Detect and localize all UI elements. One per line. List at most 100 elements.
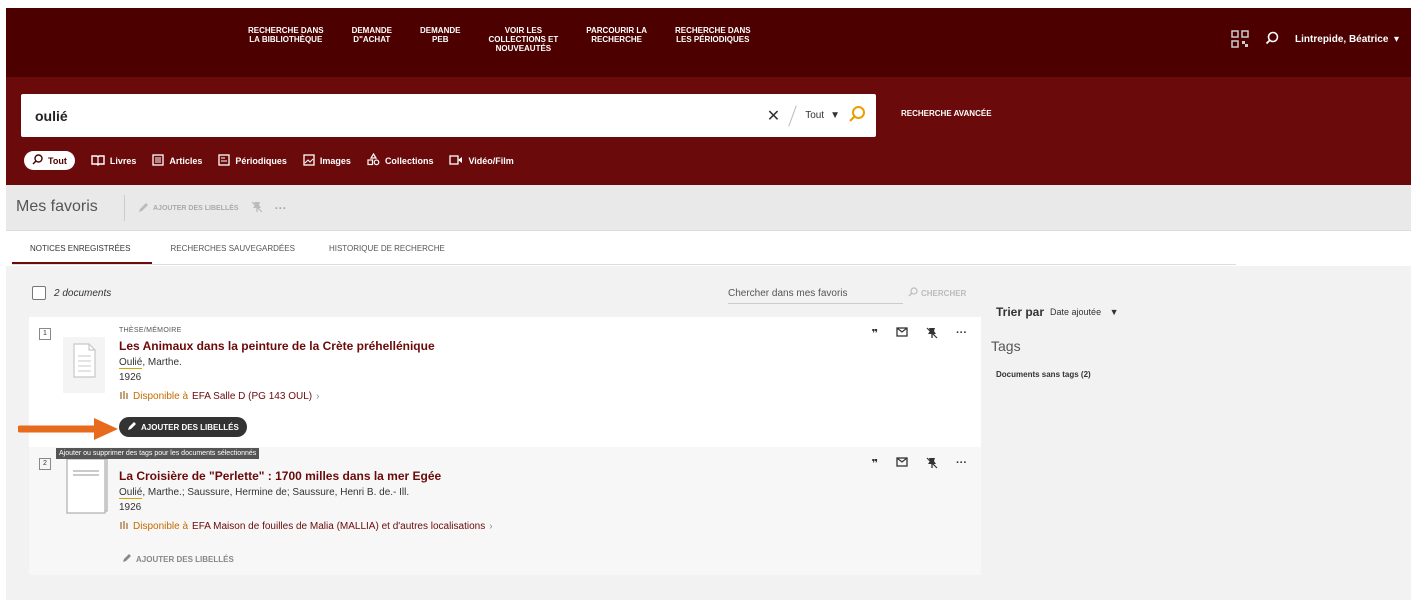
availability-location: EFA Maison de fouilles de Malia (MALLIA)… xyxy=(192,521,486,532)
author-rest: , Marthe.; Saussure, Hermine de; Saussur… xyxy=(142,487,410,498)
page-top-margin xyxy=(0,0,1411,8)
search-button-label: CHERCHER xyxy=(921,288,967,298)
document-thumbnail xyxy=(63,337,105,393)
favorites-search-button[interactable]: CHERCHER xyxy=(908,287,966,299)
author-link[interactable]: Oulié xyxy=(119,357,143,369)
nav-library-search[interactable]: RECHERCHE DANS LA BIBLIOTHÈQUE xyxy=(234,26,338,53)
add-tags-button[interactable]: AJOUTER DES LIBELLÉS xyxy=(122,553,234,565)
quote-icon[interactable]: ❞ xyxy=(872,457,878,472)
quote-icon[interactable]: ❞ xyxy=(872,327,878,342)
pencil-icon xyxy=(122,553,132,565)
advanced-search-link[interactable]: RECHERCHE AVANCÉE xyxy=(901,109,992,118)
unpin-icon[interactable] xyxy=(926,327,938,342)
search-band: oulié ✕ Tout ▼ RECHERCHE AVANCÉE Tout Li… xyxy=(6,77,1411,185)
tab-label: Collections xyxy=(384,155,434,166)
close-icon[interactable]: ✕ xyxy=(761,106,786,126)
availability-link[interactable]: Disponible à EFA Salle D (PG 143 OUL) › xyxy=(119,390,319,403)
list-item: 2 La Croisière de "Perlette" : 1700 mill… xyxy=(29,447,981,575)
search-icon xyxy=(908,287,918,299)
tags-heading: Tags xyxy=(991,338,1021,354)
search-submit-icon[interactable] xyxy=(848,105,876,126)
nav-ill-request[interactable]: DEMANDE PEB xyxy=(406,26,474,53)
user-menu[interactable]: Lintrepide, Béatrice ▾ xyxy=(1295,34,1399,45)
select-all-checkbox[interactable] xyxy=(32,286,46,300)
more-icon[interactable]: ··· xyxy=(956,457,967,472)
favorites-actions: AJOUTER DES LIBELLÉS ··· xyxy=(138,201,287,215)
record-title[interactable]: La Croisière de "Perlette" : 1700 milles… xyxy=(119,469,441,483)
record-actions: ❞ ··· xyxy=(872,327,967,342)
record-year: 1926 xyxy=(119,372,142,383)
user-name: Lintrepide, Béatrice xyxy=(1295,33,1389,45)
nav-periodicals[interactable]: RECHERCHE DANS LES PÉRIODIQUES xyxy=(661,26,765,53)
article-icon xyxy=(152,153,165,168)
library-icon xyxy=(119,390,129,403)
add-tags-label: AJOUTER DES LIBELLÉS xyxy=(141,422,239,432)
search-icon[interactable] xyxy=(1265,31,1279,48)
chevron-down-icon[interactable]: ▼ xyxy=(830,110,848,121)
tab-label: Images xyxy=(319,155,351,166)
add-tags-label: AJOUTER DES LIBELLÉS xyxy=(136,554,234,564)
favorites-search-input[interactable]: Chercher dans mes favoris xyxy=(728,288,903,304)
divider xyxy=(788,104,797,127)
availability-link[interactable]: Disponible à EFA Maison de fouilles de M… xyxy=(119,520,493,533)
sort-label: Trier par xyxy=(996,305,1045,319)
results-area: 2 documents Chercher dans mes favoris CH… xyxy=(6,266,1411,600)
pencil-icon xyxy=(138,202,149,215)
tab-video[interactable]: Vidéo/Film xyxy=(449,154,514,167)
search-box: oulié ✕ Tout ▼ xyxy=(21,94,876,137)
collections-icon xyxy=(367,152,380,168)
record-author: Oulié, Marthe. xyxy=(119,357,182,369)
sort-value: Date ajoutée xyxy=(1050,307,1102,317)
chevron-right-icon: › xyxy=(489,521,493,532)
add-tags-button[interactable]: AJOUTER DES LIBELLÉS xyxy=(119,417,247,437)
journal-icon xyxy=(218,153,231,168)
tab-search-history[interactable]: HISTORIQUE DE RECHERCHE xyxy=(311,232,461,264)
video-icon xyxy=(449,154,463,167)
image-icon xyxy=(303,153,315,168)
tab-all[interactable]: Tout xyxy=(24,151,75,170)
tab-collections[interactable]: Collections xyxy=(367,152,434,168)
nav-collections[interactable]: VOIR LES COLLECTIONS ET NOUVEAUTÉS xyxy=(474,26,572,53)
tab-images[interactable]: Images xyxy=(303,153,351,168)
list-item: 1 THÈSE/MÉMOIRE Les Animaux dans la pein… xyxy=(29,317,981,447)
results-toolbar: 2 documents xyxy=(32,286,111,300)
more-icon[interactable]: ··· xyxy=(956,327,967,342)
nav-purchase-request[interactable]: DEMANDE D"ACHAT xyxy=(338,26,406,53)
tab-saved-records[interactable]: NOTICES ENREGISTRÉES xyxy=(12,232,153,264)
pencil-icon xyxy=(127,421,137,433)
result-count: 2 documents xyxy=(54,287,112,299)
page-title: Mes favoris xyxy=(16,198,98,215)
record-title[interactable]: Les Animaux dans la peinture de la Crète… xyxy=(119,339,435,353)
tab-books[interactable]: Livres xyxy=(91,154,136,168)
more-icon[interactable]: ··· xyxy=(275,201,287,215)
favorites-header: Mes favoris AJOUTER DES LIBELLÉS ··· xyxy=(6,185,1411,231)
unpin-icon[interactable] xyxy=(926,457,938,472)
search-input[interactable]: oulié xyxy=(21,108,761,124)
email-icon[interactable] xyxy=(896,457,908,472)
email-icon[interactable] xyxy=(896,327,908,342)
add-tags-button[interactable]: AJOUTER DES LIBELLÉS xyxy=(138,202,239,215)
favorites-tabs: NOTICES ENREGISTRÉES RECHERCHES SAUVEGAR… xyxy=(12,232,1236,265)
author-link[interactable]: Oulié xyxy=(119,487,143,499)
tab-label: Périodiques xyxy=(235,155,287,166)
qr-code-icon[interactable] xyxy=(1231,30,1249,48)
unpin-icon[interactable] xyxy=(251,201,263,215)
tab-label: Tout xyxy=(48,155,67,166)
tab-periodicals[interactable]: Périodiques xyxy=(218,153,287,168)
tab-articles[interactable]: Articles xyxy=(152,153,202,168)
availability-status: Disponible à xyxy=(133,391,189,402)
top-right-tools: Lintrepide, Béatrice ▾ xyxy=(1231,30,1399,48)
tooltip: Ajouter ou supprimer des tags pour les d… xyxy=(56,448,260,459)
nav-browse[interactable]: PARCOURIR LA RECHERCHE xyxy=(572,26,661,53)
chevron-down-icon: ▼ xyxy=(1107,307,1119,317)
scope-select[interactable]: Tout xyxy=(799,110,830,121)
untagged-documents-link[interactable]: Documents sans tags (2) xyxy=(996,370,1091,379)
top-navigation-bar: RECHERCHE DANS LA BIBLIOTHÈQUE DEMANDE D… xyxy=(6,8,1411,77)
main-nav: RECHERCHE DANS LA BIBLIOTHÈQUE DEMANDE D… xyxy=(234,26,765,53)
author-rest: , Marthe. xyxy=(142,357,182,368)
tab-saved-searches[interactable]: RECHERCHES SAUVEGARDÉES xyxy=(152,232,310,264)
availability-status: Disponible à xyxy=(133,521,189,532)
availability-location: EFA Salle D (PG 143 OUL) xyxy=(192,391,313,402)
record-author: Oulié, Marthe.; Saussure, Hermine de; Sa… xyxy=(119,487,410,499)
sort-control[interactable]: Trier par Date ajoutée ▼ xyxy=(996,305,1119,319)
